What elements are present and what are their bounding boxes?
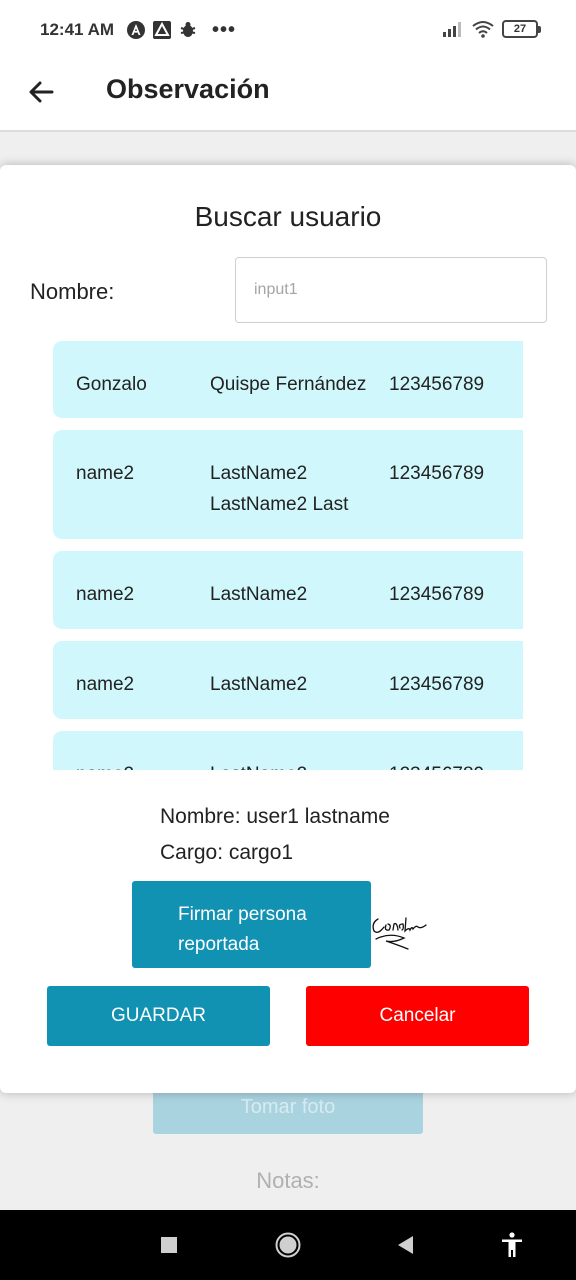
user-first-name: name2 <box>76 674 135 695</box>
user-id: 123456789 <box>389 584 485 605</box>
name-search-input[interactable] <box>235 257 547 323</box>
bug-icon <box>180 22 196 37</box>
status-time: 12:41 AM <box>40 20 115 39</box>
back-triangle-icon[interactable] <box>391 1230 421 1260</box>
notes-label: Notas: <box>256 1168 320 1193</box>
user-last-name: LastName2 LastName2 Last <box>210 463 349 515</box>
user-last-name: LastName2 <box>210 584 308 605</box>
sign-reported-person-button[interactable]: Firmar persona reportada <box>132 881 371 968</box>
user-first-name: Gonzalo <box>76 374 147 395</box>
arrow-left-icon[interactable] <box>24 74 60 110</box>
user-id: 123456789 <box>389 759 523 770</box>
user-first-name: name2 <box>76 759 210 770</box>
status-right-icons: 27 <box>442 20 541 38</box>
app-bar: Observación <box>0 62 576 132</box>
home-circle-icon[interactable] <box>273 1230 303 1260</box>
user-last-name: LastName2 <box>210 759 389 770</box>
status-left-icons: ••• <box>126 20 236 40</box>
page-title: Observación <box>106 74 270 104</box>
square-icon[interactable] <box>154 1230 184 1260</box>
user-results-list[interactable]: Gonzalo Quispe Fernández 123456789 name2… <box>53 341 523 770</box>
system-nav-bar <box>0 1210 576 1280</box>
name-label: Nombre: <box>30 279 115 304</box>
cancel-button[interactable]: Cancelar <box>306 986 529 1046</box>
user-row[interactable]: name2 LastName2 LastName2 Last 123456789 <box>53 430 523 539</box>
signal-icon <box>443 22 461 37</box>
user-id: 123456789 <box>389 463 485 484</box>
user-row[interactable]: Gonzalo Quispe Fernández 123456789 <box>53 341 523 418</box>
angular-icon <box>127 21 145 39</box>
user-id: 123456789 <box>389 674 485 695</box>
search-user-modal: Buscar usuario Nombre: Gonzalo Quispe Fe… <box>0 165 576 1093</box>
selected-user-info: Nombre: user1 lastname Cargo: cargo1 <box>160 799 390 871</box>
signature-image <box>372 917 427 950</box>
user-row[interactable]: name2 LastName2 123456789 <box>53 551 523 629</box>
battery-indicator: 27 <box>502 20 541 38</box>
selected-user-role: Cargo: cargo1 <box>160 841 294 864</box>
accessibility-icon[interactable] <box>497 1230 527 1260</box>
more-notifications: ••• <box>212 19 237 41</box>
user-row[interactable]: name2 LastName2 123456789 <box>53 641 523 719</box>
user-first-name: name2 <box>76 584 135 605</box>
app-icon <box>153 21 171 39</box>
modal-title: Buscar usuario <box>194 201 382 232</box>
selected-user-name: Nombre: user1 lastname <box>160 805 390 828</box>
user-id: 123456789 <box>389 374 485 395</box>
user-last-name: Quispe Fernández <box>210 374 367 395</box>
user-last-name: LastName2 <box>210 674 308 695</box>
user-first-name: name2 <box>76 463 135 484</box>
status-bar: 12:41 AM ••• 27 <box>0 0 576 62</box>
user-row[interactable]: name2 LastName2 123456789 <box>53 731 523 770</box>
save-button[interactable]: GUARDAR <box>47 986 270 1046</box>
wifi-icon <box>472 21 494 38</box>
